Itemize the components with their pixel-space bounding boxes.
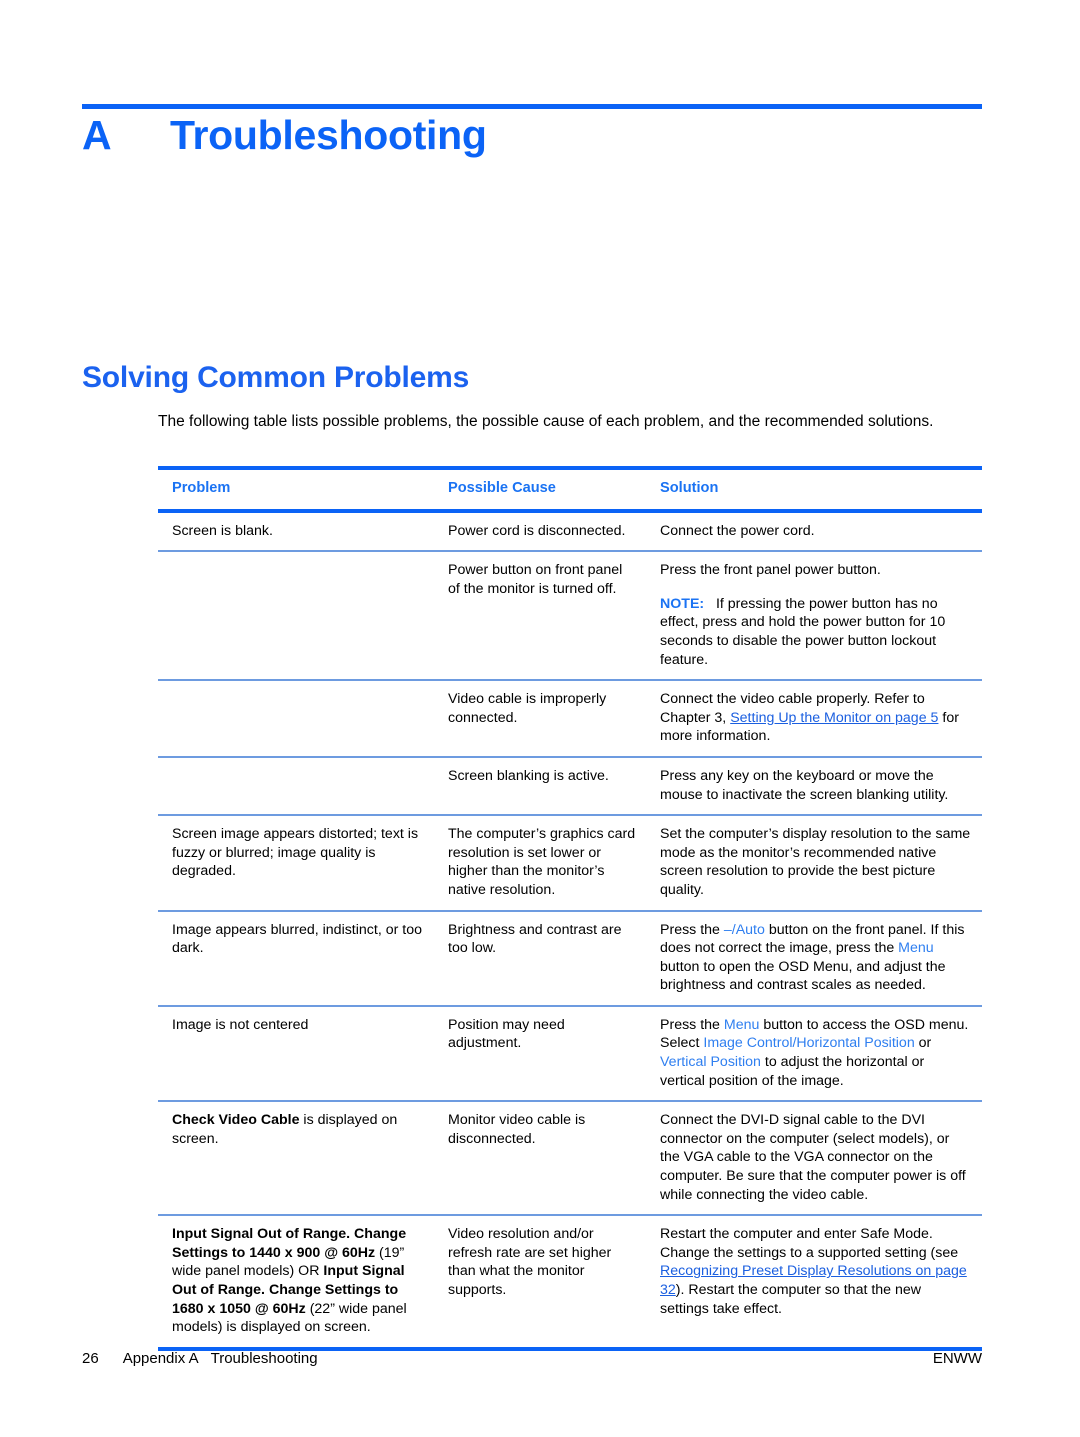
- solution-paragraph: NOTE: If pressing the power button has n…: [660, 595, 972, 669]
- text-run: Restart the computer and enter Safe Mode…: [660, 1226, 959, 1261]
- cell-possible-cause: Video resolution and/or refresh rate are…: [448, 1226, 612, 1298]
- table-row: Image appears blurred, indistinct, or to…: [158, 912, 982, 1005]
- table-row: Power button on front panel of the monit…: [158, 552, 982, 679]
- section-heading: Solving Common Problems: [82, 361, 470, 394]
- table-row: Video cable is improperly connected. Conn…: [158, 681, 982, 756]
- text-run-ui: Vertical Position: [660, 1054, 761, 1071]
- cell-possible-cause: Power button on front panel of the monit…: [448, 562, 623, 597]
- text-run-xref[interactable]: Setting Up the Monitor on page 5: [730, 710, 938, 726]
- column-header-possible-cause: Possible Cause: [448, 480, 556, 496]
- cell-solution: Press the Menu button to access the OSD …: [646, 1007, 982, 1100]
- table-body: Screen is blank. Power cord is disconnect…: [158, 513, 982, 1347]
- table-row: Image is not centered Position may need a…: [158, 1007, 982, 1100]
- cell-possible-cause: Monitor video cable is disconnected.: [448, 1112, 586, 1147]
- cell-solution: Restart the computer and enter Safe Mode…: [646, 1216, 982, 1347]
- cell-problem: [158, 681, 434, 756]
- footer-right-label: ENWW: [932, 1350, 982, 1367]
- chapter-letter: A: [82, 112, 112, 158]
- cell-problem: Image is not centered: [172, 1016, 309, 1033]
- cell-problem: [158, 758, 434, 814]
- section-intro-paragraph: The following table lists possible probl…: [158, 413, 934, 430]
- solution-paragraph: Connect the video cable properly. Refer …: [660, 690, 972, 746]
- text-run: Connect the power cord.: [660, 522, 815, 539]
- text-run: ). Restart the computer so that the new …: [660, 1282, 922, 1317]
- cell-possible-cause: Brightness and contrast are too low.: [448, 921, 622, 957]
- text-run: Press any key on the keyboard or move th…: [660, 767, 949, 803]
- footer-page-number: 26: [82, 1350, 99, 1367]
- text-run: Press the: [660, 921, 724, 938]
- cell-possible-cause: Position may need adjustment.: [448, 1016, 565, 1052]
- page-footer: 26 Appendix A Troubleshooting ENWW: [82, 1350, 982, 1367]
- troubleshooting-table: Problem Possible Cause Solution Screen i…: [158, 466, 982, 1351]
- column-header-solution: Solution: [660, 480, 719, 496]
- text-run-ui: –/Auto: [723, 921, 765, 938]
- solution-paragraph: Connect the DVI-D signal cable to the DV…: [660, 1111, 972, 1204]
- solution-paragraph: Press any key on the keyboard or move th…: [660, 767, 972, 804]
- text-run-ui: Image Control/Horizontal Position: [703, 1035, 915, 1052]
- solution-paragraph: Connect the power cord.: [660, 522, 972, 541]
- chapter-heading: A Troubleshooting: [82, 112, 982, 159]
- table-row: Screen image appears distorted; text is …: [158, 816, 982, 909]
- column-header-problem: Problem: [172, 480, 231, 496]
- text-run: Press the: [660, 1016, 724, 1033]
- table-row: Screen is blank. Power cord is disconnect…: [158, 513, 982, 551]
- table-header-row: Problem Possible Cause Solution: [158, 470, 982, 509]
- text-run-bold: Input Signal Out of Range. Change Settin…: [172, 1226, 407, 1261]
- chapter-heading-rule: [82, 104, 982, 109]
- table-row: Screen blanking is active. Press any key …: [158, 758, 982, 814]
- solution-paragraph: Press the Menu button to access the OSD …: [660, 1016, 972, 1090]
- table-row: Input Signal Out of Range. Change Settin…: [158, 1216, 982, 1347]
- footer-chapter-title: Troubleshooting: [210, 1350, 318, 1367]
- text-run-ui: Menu: [723, 1016, 760, 1033]
- text-run: Connect the DVI-D signal cable to the DV…: [660, 1112, 966, 1203]
- cell-possible-cause: Power cord is disconnected.: [448, 522, 626, 539]
- text-run-bold: Check Video Cable: [172, 1112, 300, 1129]
- cell-problem: [158, 552, 434, 679]
- text-run: Set the computer’s display resolution to…: [660, 826, 971, 898]
- text-run-ui: Menu: [898, 940, 934, 957]
- cell-possible-cause: The computer’s graphics card resolution …: [448, 826, 636, 898]
- cell-solution: Connect the video cable properly. Refer …: [646, 681, 982, 756]
- solution-paragraph: Set the computer’s display resolution to…: [660, 825, 972, 899]
- footer-appendix-label: Appendix A: [122, 1350, 199, 1367]
- cell-possible-cause: Screen blanking is active.: [448, 767, 609, 784]
- cell-solution: Press any key on the keyboard or move th…: [646, 758, 982, 814]
- cell-solution: Set the computer’s display resolution to…: [646, 816, 982, 909]
- cell-problem: Screen image appears distorted; text is …: [172, 826, 419, 880]
- cell-solution: Connect the DVI-D signal cable to the DV…: [646, 1102, 982, 1214]
- footer-left: 26 Appendix A Troubleshooting: [82, 1350, 318, 1367]
- cell-solution: Press the –/Auto button on the front pan…: [646, 912, 982, 1005]
- solution-paragraph: Restart the computer and enter Safe Mode…: [660, 1225, 972, 1318]
- document-page: A Troubleshooting Solving Common Problems…: [0, 0, 1080, 1437]
- cell-problem: Check Video Cable is displayed on screen…: [158, 1102, 434, 1214]
- cell-solution: Press the front panel power button. NOTE:…: [646, 552, 982, 679]
- text-run: Press the front panel power button.: [660, 562, 881, 579]
- cell-problem: Screen is blank.: [172, 522, 273, 539]
- text-run: button to open the OSD Menu, and adjust …: [660, 958, 946, 994]
- solution-paragraph: Press the front panel power button.: [660, 561, 972, 580]
- cell-problem: Input Signal Out of Range. Change Settin…: [158, 1216, 434, 1347]
- solution-paragraph: Press the –/Auto button on the front pan…: [660, 921, 972, 995]
- cell-problem: Image appears blurred, indistinct, or to…: [172, 921, 422, 957]
- chapter-title: Troubleshooting: [170, 112, 487, 158]
- text-run: or: [914, 1035, 932, 1052]
- text-run-note: NOTE:: [660, 595, 705, 612]
- table-row: Check Video Cable is displayed on screen…: [158, 1102, 982, 1214]
- cell-possible-cause: Video cable is improperly connected.: [448, 691, 607, 726]
- cell-solution: Connect the power cord.: [646, 513, 982, 551]
